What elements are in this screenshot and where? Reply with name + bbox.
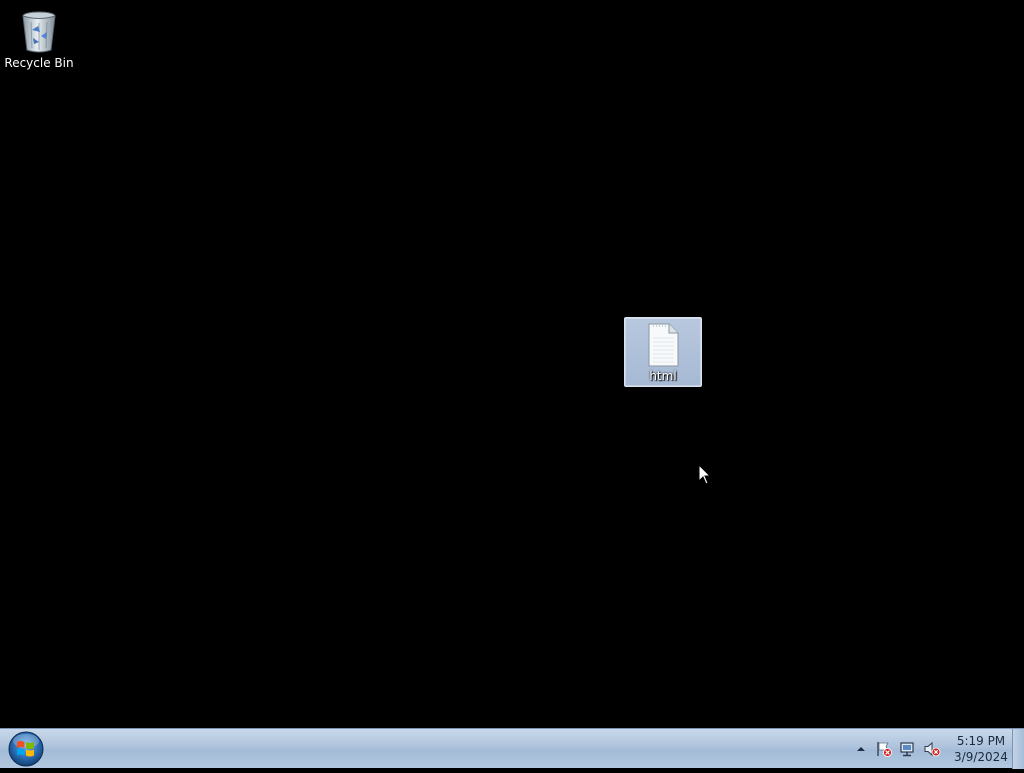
start-button[interactable] (4, 729, 50, 769)
network-icon (900, 742, 914, 757)
show-hidden-icons-button[interactable] (852, 740, 870, 758)
action-center-flag-icon (877, 742, 892, 757)
windows-logo-icon (8, 731, 44, 767)
desktop[interactable]: Recycle Bin html (0, 0, 1024, 728)
taskbar-clock[interactable]: 5:19 PM 3/9/2024 (951, 733, 1011, 765)
action-center-button[interactable] (875, 740, 893, 758)
clock-date: 3/9/2024 (954, 750, 1008, 764)
network-button[interactable] (899, 740, 917, 758)
clock-time: 5:19 PM (956, 734, 1006, 748)
text-document-icon (648, 323, 679, 367)
taskbar: 5:19 PM 3/9/2024 (0, 728, 1024, 769)
mouse-pointer-icon (698, 464, 712, 485)
recycle-bin-shortcut[interactable]: Recycle Bin (1, 4, 77, 74)
volume-muted-icon (924, 741, 941, 757)
volume-button[interactable] (923, 740, 941, 758)
html-file-shortcut[interactable]: html (624, 317, 702, 387)
recycle-bin-icon (22, 11, 56, 53)
show-desktop-button[interactable] (1012, 729, 1024, 769)
recycle-bin-label: Recycle Bin (4, 56, 74, 70)
html-file-label: html (649, 369, 677, 383)
system-tray: 5:19 PM 3/9/2024 (834, 729, 1024, 769)
chevron-up-icon (857, 747, 865, 751)
